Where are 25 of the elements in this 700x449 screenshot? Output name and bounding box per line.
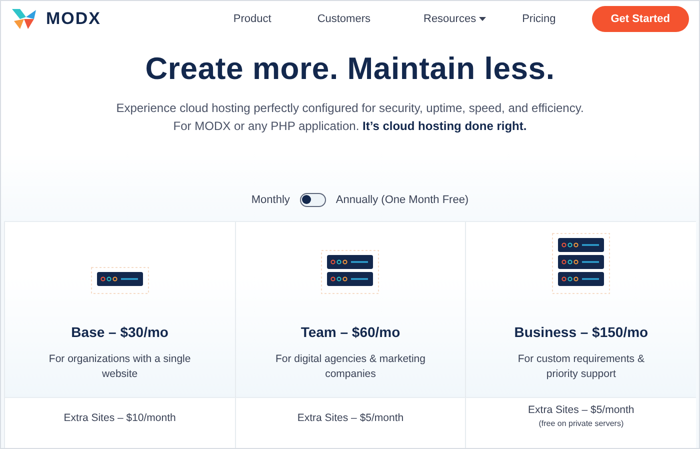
extra-sites-text: Extra Sites – $5/month xyxy=(528,404,634,416)
nav-link[interactable]: Product xyxy=(215,13,300,25)
server-stack-icon xyxy=(90,267,149,294)
plan-description: For organizations with a single website xyxy=(48,352,192,382)
subtitle-text: For MODX or any PHP application. It’s cloud hosting done right. xyxy=(172,118,528,135)
nav-link[interactable]: Customers xyxy=(299,13,406,25)
extra-sites-text: Extra Sites – $5/month xyxy=(297,412,404,424)
brand-name: MODX xyxy=(46,9,101,29)
plan-description: For custom requirements & priority support xyxy=(516,352,646,382)
billing-toggle[interactable] xyxy=(300,193,326,207)
plan-note: (free on private servers) xyxy=(538,419,624,428)
subtitle-text: Experience cloud hosting perfectly configured for security, uptime, speed, and efficiency. xyxy=(115,100,585,117)
nav-link[interactable]: Resources xyxy=(406,13,504,25)
headline: Create more. Maintain less. xyxy=(144,51,556,87)
plan-title: Business – $150/mo xyxy=(514,324,648,340)
nav-link[interactable]: Pricing xyxy=(504,13,574,25)
extra-sites-text: Extra Sites – $10/month xyxy=(64,412,176,424)
plan-title: Team – $60/mo xyxy=(300,324,400,340)
annually-label: Annually (One Month Free) xyxy=(336,194,469,206)
logo-icon xyxy=(12,7,38,31)
server-stack-icon xyxy=(552,233,610,294)
plan-description: For digital agencies & marketing companies xyxy=(274,352,426,382)
plan-title: Base – $30/mo xyxy=(71,324,168,340)
monthly-label: Monthly xyxy=(251,194,290,206)
server-stack-icon xyxy=(321,250,380,294)
